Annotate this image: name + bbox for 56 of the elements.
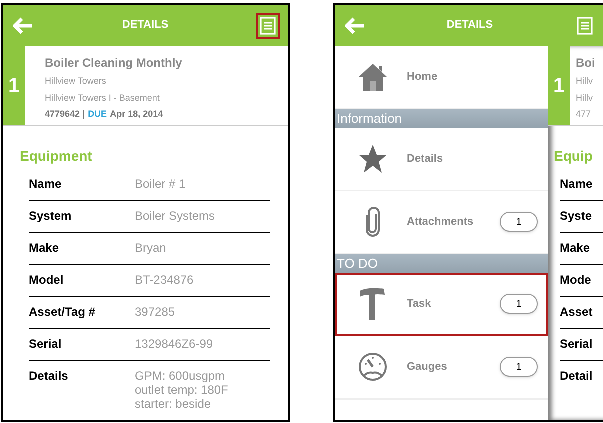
field-label: Name	[29, 176, 63, 193]
field-value: GPM: 600usgpm outlet temp: 180F starter: beside	[135, 368, 228, 411]
field-value: 397285	[135, 304, 176, 321]
menu-label: Attachments	[407, 214, 475, 230]
order-text: Boi	[576, 55, 596, 72]
field-label: Model	[29, 272, 65, 289]
field-label: Name	[560, 169, 603, 201]
order-title: Boiler Cleaning Monthly	[45, 55, 182, 72]
menu-label: Home	[407, 70, 439, 85]
field-label: Details	[29, 368, 70, 385]
field-label: Asset/Tag #	[29, 304, 96, 321]
field-value: Bryan	[135, 240, 166, 257]
menu-section-header: TO DO	[335, 254, 548, 273]
field-label: Serial	[560, 329, 603, 361]
screen-title: DETAILS	[446, 18, 494, 34]
screen-title: DETAILS	[121, 18, 170, 34]
order-number: 1	[3, 46, 25, 125]
field-label: Make	[29, 240, 60, 257]
field-value: Boiler Systems	[135, 208, 216, 225]
location-name: Hillview Towers I - Basement	[45, 92, 161, 104]
house-icon	[358, 62, 388, 92]
menu-label: Details	[407, 152, 444, 167]
field-label: Make	[560, 233, 603, 265]
order-text: Hillv	[576, 75, 594, 88]
paperclip-icon	[365, 207, 381, 237]
field-value: BT-234876	[135, 272, 194, 289]
section-title: Equip	[554, 147, 594, 166]
menu-icon[interactable]	[256, 12, 280, 38]
field-value: 1329846Z6-99	[135, 336, 214, 353]
menu-item[interactable]: Task 1	[335, 273, 548, 336]
menu-item[interactable]: Details	[335, 128, 548, 191]
field-value: Boiler # 1	[135, 176, 186, 193]
count-badge: 1	[500, 212, 538, 232]
menu-label: Gauges	[407, 360, 448, 375]
due-date: Apr 18, 2014	[110, 108, 164, 121]
order-id: 4779642 |	[45, 108, 86, 121]
menu-item[interactable]: Gauges 1	[335, 336, 548, 399]
section-title: Equipment	[20, 147, 94, 166]
field-label: Asset	[560, 297, 603, 329]
hammer-icon	[358, 287, 388, 321]
order-number: 1	[548, 46, 570, 125]
menu-section-header: Information	[335, 109, 548, 128]
field-label: Mode	[560, 265, 603, 297]
star-icon	[358, 144, 388, 174]
field-label: Detail	[560, 368, 594, 385]
field-label: Serial	[29, 336, 63, 353]
site-name: Hillview Towers	[45, 75, 108, 88]
due-label: DUE	[88, 108, 108, 121]
field-label: System	[29, 208, 73, 225]
order-text: 477	[576, 108, 592, 121]
count-badge: 1	[500, 357, 538, 377]
order-text: Hillv	[576, 92, 594, 104]
count-badge: 1	[500, 294, 538, 314]
gauge-icon	[358, 352, 388, 382]
field-label: Syste	[560, 201, 603, 233]
menu-label: Task	[407, 296, 432, 312]
